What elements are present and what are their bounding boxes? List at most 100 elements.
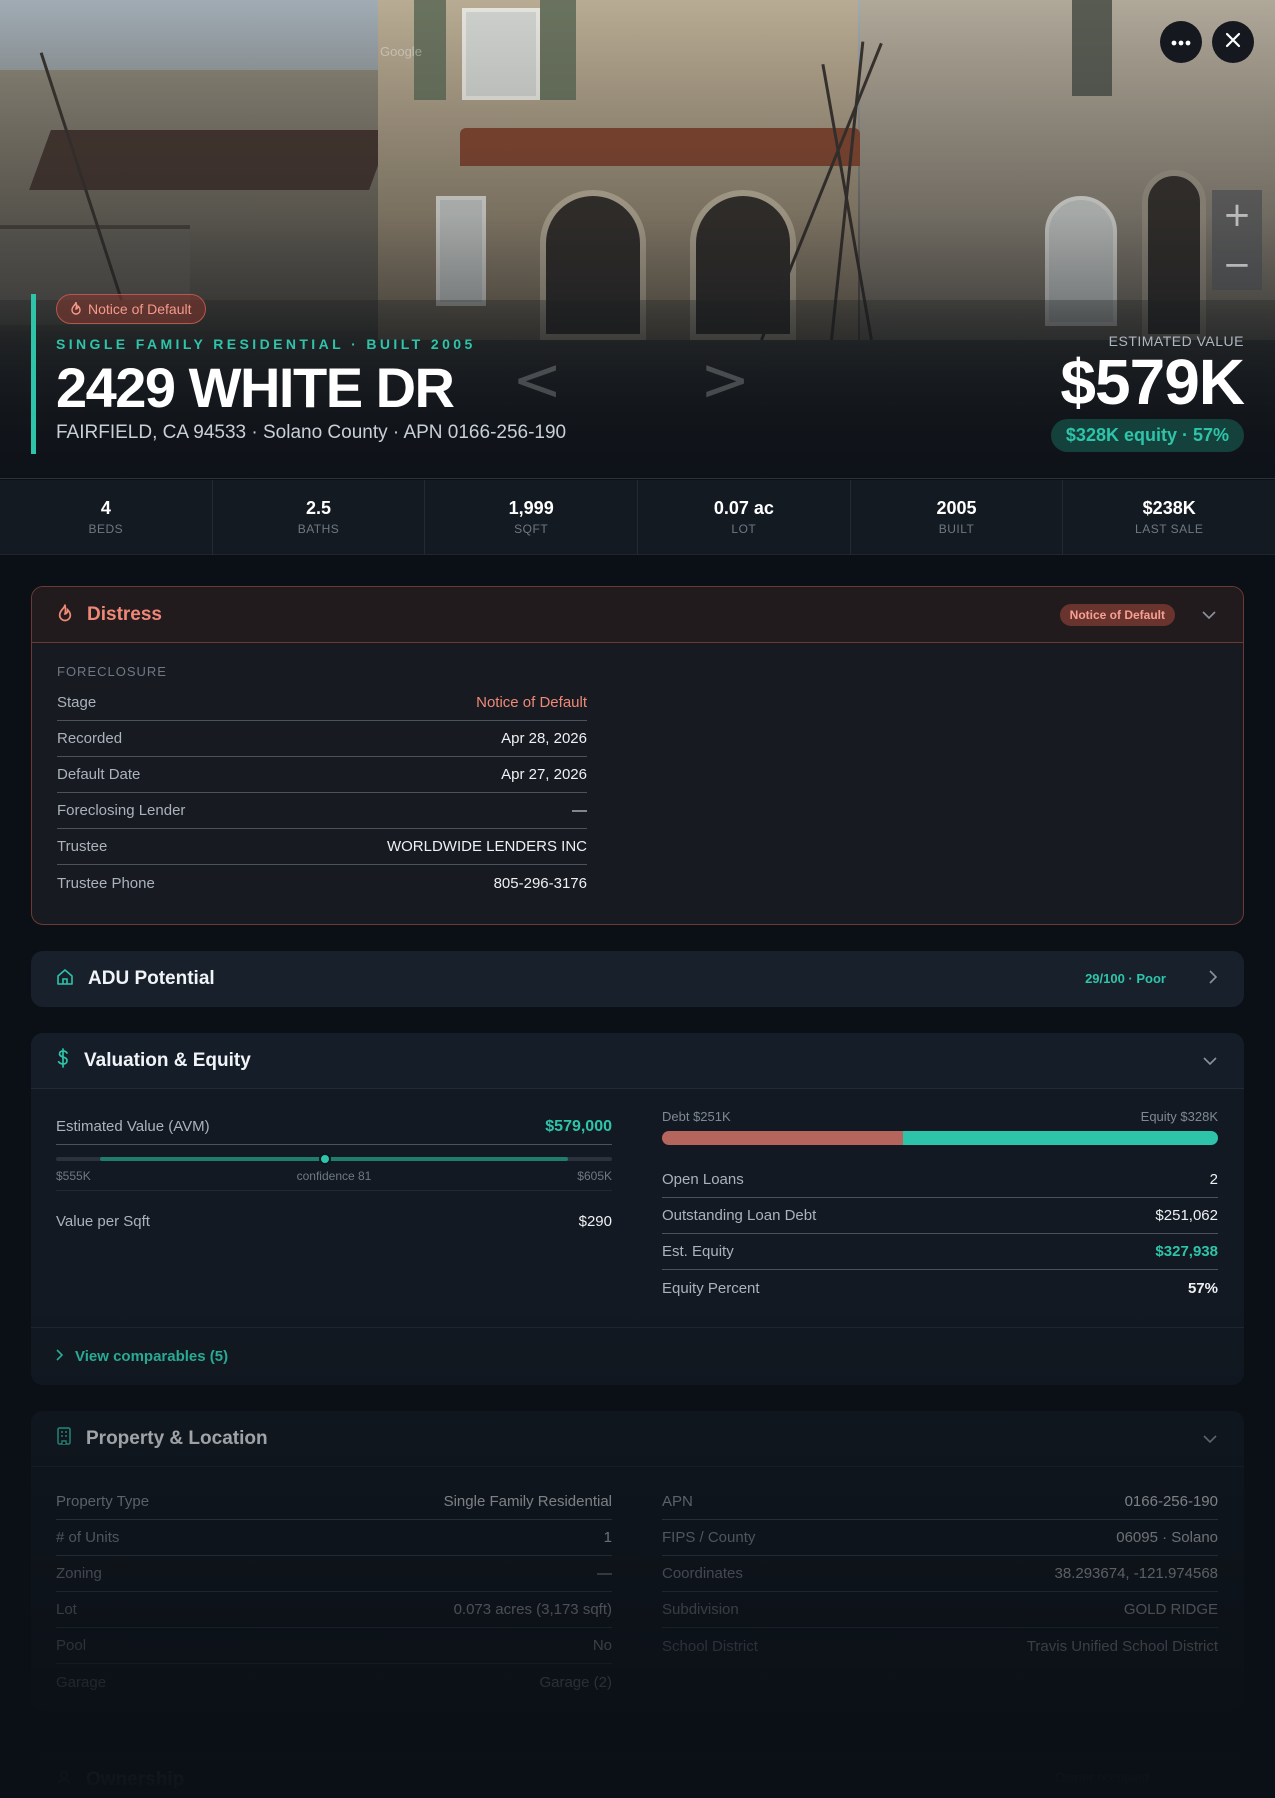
adu-score: 29/100 · Poor xyxy=(1085,971,1166,986)
row-key: Pool xyxy=(56,1637,87,1654)
detail-row: Property Type Single Family Residential xyxy=(56,1484,612,1520)
equity-section: Debt $251K Equity $328K Open Loans 2 Outs… xyxy=(662,1109,1218,1306)
property-address: 2429 WHITE DR xyxy=(56,356,455,419)
chevron-right-icon xyxy=(56,1348,64,1366)
property-location: FAIRFIELD, CA 94533 · Solano County · AP… xyxy=(56,422,567,443)
zoom-out-button[interactable]: − xyxy=(1212,240,1262,290)
stat-value: 1,999 xyxy=(508,498,554,518)
row-value: No xyxy=(592,1637,612,1654)
stat-label: LOT xyxy=(731,522,757,536)
detail-row: APN 0166-256-190 xyxy=(662,1484,1218,1520)
ownership-title: Ownership xyxy=(86,1769,185,1790)
range-fill xyxy=(100,1157,568,1161)
debt-segment xyxy=(662,1131,904,1145)
confidence-range: $555K confidence 81 $605K xyxy=(56,1145,612,1191)
row-value: 805-296-3176 xyxy=(493,874,587,892)
property-left-column: Property Type Single Family Residential #… xyxy=(56,1484,612,1700)
row-value: 2 xyxy=(1209,1171,1218,1188)
chevron-down-icon[interactable] xyxy=(1202,606,1216,624)
more-options-button[interactable] xyxy=(1160,21,1202,63)
stat-last-sale: $238K LAST SALE xyxy=(1063,480,1275,554)
estimated-value-block: ESTIMATED VALUE $579K $328K equity · 57% xyxy=(1050,333,1245,452)
row-value: Single Family Residential xyxy=(443,1493,612,1510)
stat-value: $238K xyxy=(1142,498,1196,518)
row-key: Recorded xyxy=(57,730,123,747)
zoom-in-button[interactable]: + xyxy=(1212,190,1262,240)
property-header[interactable]: Property & Location xyxy=(31,1411,1244,1467)
more-dots-icon xyxy=(1171,33,1191,51)
equity-label: Equity $328K xyxy=(1140,1109,1218,1124)
row-key: APN xyxy=(662,1493,693,1510)
estimate-marker xyxy=(318,1153,331,1165)
flame-icon xyxy=(57,603,73,627)
ownership-card[interactable]: Ownership Owner occupied xyxy=(31,1752,1244,1798)
stats-bar: 4 BEDS 2.5 BATHS 1,999 SQFT 0.07 ac LOT 2005… xyxy=(0,480,1275,555)
avm-label: Estimated Value (AVM) xyxy=(56,1118,210,1135)
stat-label: SQFT xyxy=(514,522,549,536)
property-detail-panel: Google < > + − Notice of Default SINGLE … xyxy=(0,0,1275,1798)
row-key: Trustee xyxy=(57,838,108,855)
row-value: GOLD RIDGE xyxy=(1123,1601,1218,1618)
chevron-down-icon[interactable] xyxy=(1203,1052,1217,1070)
chevron-right-icon[interactable] xyxy=(1209,969,1218,989)
close-icon xyxy=(1225,32,1241,53)
user-icon xyxy=(56,1770,72,1791)
row-value: 0166-256-190 xyxy=(1124,1493,1218,1510)
adu-header[interactable]: ADU Potential 29/100 · Poor xyxy=(31,951,1244,1007)
row-key: Lot xyxy=(56,1601,77,1618)
valuation-header[interactable]: Valuation & Equity xyxy=(31,1033,1244,1089)
distress-header[interactable]: Distress Notice of Default xyxy=(32,587,1243,643)
ownership-header[interactable]: Ownership Owner occupied xyxy=(31,1752,1244,1798)
detail-row: Garage Garage (2) xyxy=(56,1664,612,1700)
row-key: Trustee Phone xyxy=(57,874,155,892)
map-watermark: Google xyxy=(380,44,422,59)
row-key: Stage xyxy=(57,694,97,711)
row-value: — xyxy=(572,802,587,819)
property-location-card: Property & Location Property Type Single … xyxy=(31,1411,1244,1711)
detail-row: Lot 0.073 acres (3,173 sqft) xyxy=(56,1592,612,1628)
chevron-down-icon[interactable] xyxy=(1203,1430,1217,1448)
row-value: Garage (2) xyxy=(539,1673,612,1691)
row-value: 57% xyxy=(1187,1279,1218,1297)
row-key: Subdivision xyxy=(662,1601,739,1618)
view-comparables-link[interactable]: View comparables (5) xyxy=(31,1327,1244,1385)
valuation-card: Valuation & Equity Estimated Value (AVM)… xyxy=(31,1033,1244,1385)
detail-row: # of Units 1 xyxy=(56,1520,612,1556)
equity-pill: $328K equity · 57% xyxy=(1050,419,1244,452)
stat-lot: 0.07 ac LOT xyxy=(638,480,851,554)
estimated-value: $579K xyxy=(1060,346,1245,418)
detail-row: Foreclosing Lender — xyxy=(57,793,587,829)
hero-info: Notice of Default SINGLE FAMILY RESIDENT… xyxy=(31,294,566,454)
debt-equity-bar xyxy=(662,1131,1218,1145)
next-photo-arrow[interactable]: > xyxy=(700,350,750,410)
row-key: Foreclosing Lender xyxy=(57,802,186,819)
valuation-title: Valuation & Equity xyxy=(84,1049,251,1071)
avm-section: Estimated Value (AVM) $579,000 $555K con… xyxy=(56,1109,612,1239)
row-key: Zoning xyxy=(56,1565,102,1582)
detail-row: Trustee WORLDWIDE LENDERS INC xyxy=(57,829,587,865)
row-key: Coordinates xyxy=(662,1565,743,1582)
status-pill-label: Notice of Default xyxy=(88,301,192,317)
ppsf-row: Value per Sqft $290 xyxy=(56,1203,612,1239)
detail-row: FIPS / County 06095 · Solano xyxy=(662,1520,1218,1556)
detail-row: Recorded Apr 28, 2026 xyxy=(57,721,587,757)
adu-potential-card[interactable]: ADU Potential 29/100 · Poor xyxy=(31,951,1244,1007)
building-icon xyxy=(56,1427,72,1450)
close-button[interactable] xyxy=(1212,21,1254,63)
stat-value: 2.5 xyxy=(305,498,332,518)
row-key: School District xyxy=(662,1637,758,1655)
detail-row: Est. Equity $327,938 xyxy=(662,1234,1218,1270)
detail-row: Pool No xyxy=(56,1628,612,1664)
row-value: 0.073 acres (3,173 sqft) xyxy=(453,1601,612,1618)
debt-label: Debt $251K xyxy=(662,1109,731,1124)
avm-value: $579,000 xyxy=(545,1117,612,1135)
detail-row: Default Date Apr 27, 2026 xyxy=(57,757,587,793)
hero-photo: Google < > + − Notice of Default SINGLE … xyxy=(0,0,1275,479)
detail-row: School District Travis Unified School Dis… xyxy=(662,1628,1218,1664)
status-pill: Notice of Default xyxy=(56,294,206,324)
flame-icon xyxy=(70,301,82,318)
distress-title: Distress xyxy=(87,603,162,625)
home-icon xyxy=(56,968,74,991)
row-value: 06095 · Solano xyxy=(1116,1529,1218,1546)
detail-row: Stage Notice of Default xyxy=(57,685,587,721)
